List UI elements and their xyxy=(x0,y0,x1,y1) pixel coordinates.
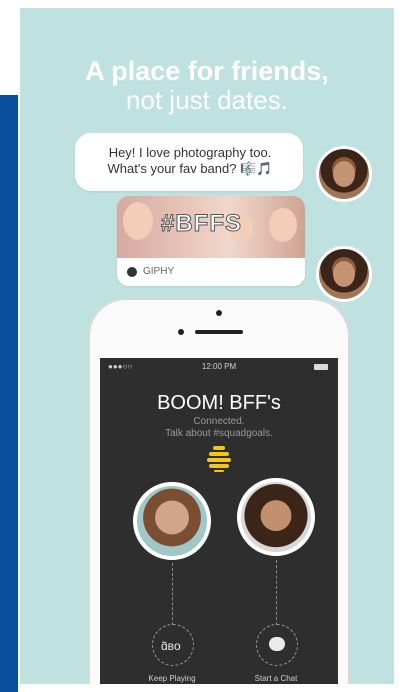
gif-face xyxy=(123,202,153,240)
start-chat-button[interactable] xyxy=(256,624,298,666)
message-line1: Hey! I love photography too. xyxy=(108,145,272,160)
message-text: Hey! I love photography too. What's your… xyxy=(87,145,293,177)
keep-playing-icon: ɑ̃ʙo xyxy=(161,639,181,653)
match-avatar-right xyxy=(237,478,315,556)
message-line2: What's your fav band? 🎼🎵 xyxy=(107,161,273,176)
gif-image: #BFFS xyxy=(117,196,305,258)
speaker-slot xyxy=(195,330,243,334)
chat-bubble-icon xyxy=(269,637,285,651)
phone-screen: ●●●○○ 12:00 PM BOOM! BFF's Connected. Ta… xyxy=(100,358,338,684)
avatar xyxy=(316,146,372,202)
giphy-label: GIPHY xyxy=(143,266,175,277)
headline-line2: not just dates. xyxy=(126,85,288,115)
promo-card: A place for friends, not just dates. Hey… xyxy=(20,8,394,684)
gif-face xyxy=(269,208,297,242)
match-subtitle-2: Talk about #squadgoals. xyxy=(165,428,273,439)
keep-playing-button[interactable]: ɑ̃ʙo xyxy=(152,624,194,666)
giphy-icon xyxy=(127,267,137,277)
match-title: BOOM! BFF's xyxy=(157,392,281,414)
phone-mockup: ●●●○○ 12:00 PM BOOM! BFF's Connected. Ta… xyxy=(88,298,350,684)
sensor-dot xyxy=(178,329,184,335)
camera-dot xyxy=(216,310,222,316)
gif-footer: GIPHY xyxy=(117,258,305,286)
status-time: 12:00 PM xyxy=(201,362,237,371)
avatar-face xyxy=(333,161,355,187)
match-avatar-left xyxy=(133,482,211,560)
headline-line1: A place for friends, xyxy=(85,56,329,86)
match-subtitle-1: Connected. xyxy=(193,416,245,427)
headline: A place for friends, not just dates. xyxy=(20,56,394,114)
start-chat-label[interactable]: Start a Chat xyxy=(236,674,316,683)
side-strip xyxy=(0,95,18,692)
dashed-line xyxy=(276,560,277,625)
avatar xyxy=(316,246,372,302)
dashed-line xyxy=(172,563,173,625)
battery-icon xyxy=(314,364,328,370)
gif-hashtag: #BFFS xyxy=(160,210,243,238)
hive-icon xyxy=(207,446,231,472)
avatar-face xyxy=(333,261,355,287)
status-bar: ●●●○○ 12:00 PM xyxy=(100,362,338,374)
gif-bubble: #BFFS GIPHY xyxy=(117,196,305,286)
message-bubble: Hey! I love photography too. What's your… xyxy=(75,133,303,191)
keep-playing-label[interactable]: Keep Playing xyxy=(132,674,212,683)
